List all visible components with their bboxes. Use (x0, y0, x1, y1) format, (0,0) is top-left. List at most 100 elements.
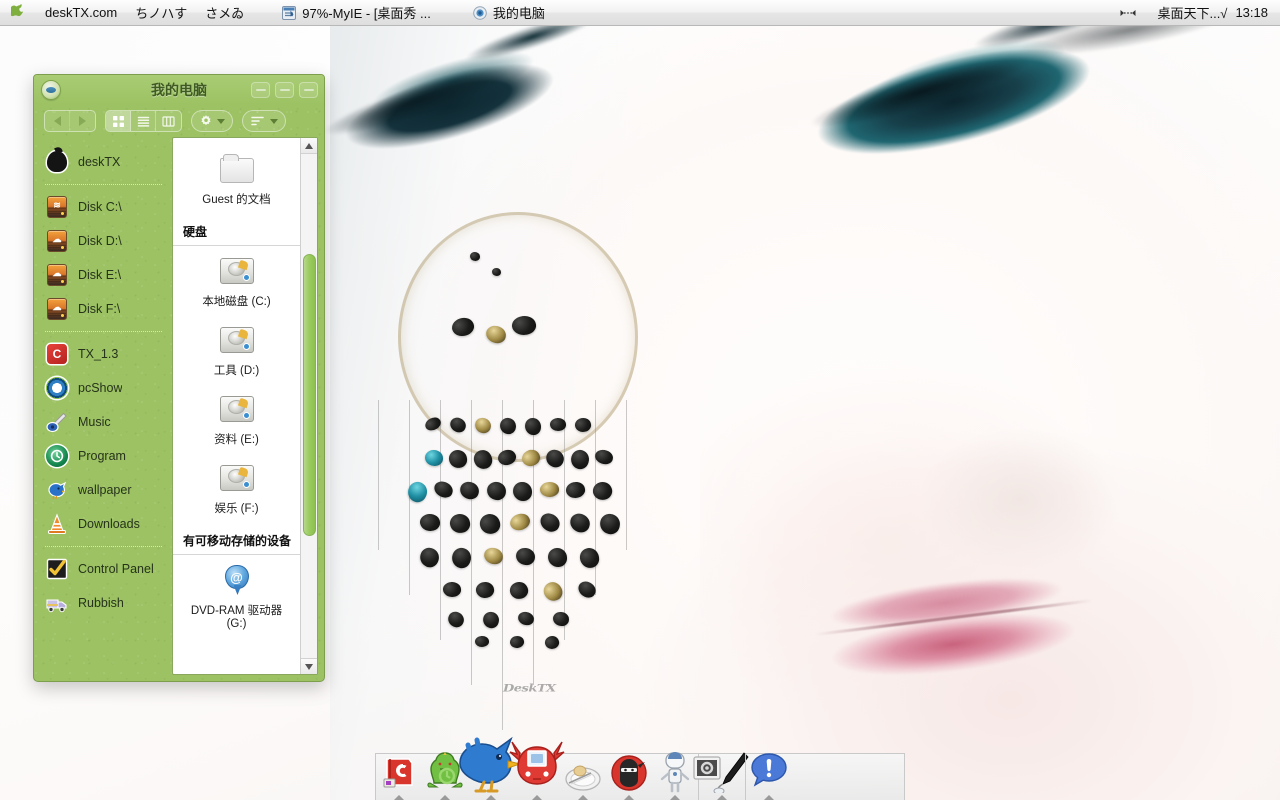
dock-running-indicator-icon (440, 795, 450, 800)
scrollbar-thumb[interactable] (303, 254, 316, 536)
file-list[interactable]: Guest 的文档硬盘本地磁盘 (C:) 工具 (D:) 资料 (E:) 娱乐 (F:… (173, 138, 300, 674)
sidebar-item-desktx[interactable]: deskTX (34, 145, 172, 179)
file-item-label: Guest 的文档 (202, 194, 271, 206)
scroll-up-arrow-icon[interactable] (301, 138, 317, 154)
file-item[interactable]: 本地磁盘 (C:) (173, 248, 300, 317)
hard-disk-icon (217, 461, 257, 499)
file-item[interactable]: 资料 (E:) (173, 386, 300, 455)
file-item-label: 工具 (D:) (213, 365, 260, 377)
dock-running-indicator-icon (624, 795, 634, 800)
sidebar-item-label: Downloads (78, 517, 140, 531)
plate-bread-icon (563, 757, 603, 798)
menubar-status-label[interactable]: 桌面天下...√ (1157, 3, 1227, 22)
sidebar-item-label: Rubbish (78, 596, 124, 610)
window-title-bar[interactable]: 我的电脑 (34, 75, 324, 105)
dock-item-red-book[interactable] (376, 754, 422, 800)
sidebar-item-music[interactable]: Music (34, 405, 172, 439)
disk-drive-icon: ☁ (45, 263, 69, 287)
dock-item-alert[interactable] (746, 753, 792, 800)
sidebar-item-label: Music (78, 415, 111, 429)
apple-logo-icon[interactable] (0, 4, 36, 21)
window-sidebar: deskTX ≋ Disk C:\ ☁ Disk D:\ ☁ Disk E:\ ☁ Disk F… (34, 137, 172, 675)
menubar-item-desktx[interactable]: deskTX.com (36, 0, 126, 25)
view-columns-button[interactable] (156, 111, 181, 131)
dock-running-indicator-icon (578, 795, 588, 800)
my-computer-window[interactable]: 我的电脑 deskTX ≋ Disk C:\ ☁ Disk D:\ ☁ Disk… (33, 74, 325, 682)
sidebar-item-rubbish[interactable]: Rubbish (34, 586, 172, 620)
eye-badge-icon[interactable] (41, 80, 61, 100)
disk-drive-icon: ☁ (45, 229, 69, 253)
back-button[interactable] (45, 111, 70, 131)
sidebar-item-disk-f[interactable]: ☁ Disk F:\ (34, 292, 172, 326)
sidebar-item-disk-c[interactable]: ≋ Disk C:\ (34, 190, 172, 224)
file-group-header: 硬盘 (173, 215, 300, 246)
eye-icon (45, 376, 69, 400)
menubar-clock[interactable]: 13:18 (1227, 5, 1268, 20)
navigation-buttons-group (44, 110, 96, 132)
sidebar-item-program[interactable]: Program (34, 439, 172, 473)
menubar-item-label: さメゐ (205, 6, 245, 21)
application-dock (375, 736, 905, 800)
sidebar-separator (45, 331, 162, 332)
sidebar-item-pcshow[interactable]: pcShow (34, 371, 172, 405)
sidebar-item-label: Disk E:\ (78, 268, 122, 282)
ninja-icon (609, 753, 649, 798)
sidebar-item-disk-e[interactable]: ☁ Disk E:\ (34, 258, 172, 292)
sidebar-item-label: Control Panel (78, 562, 154, 576)
dock-item-settings-pen[interactable] (693, 752, 749, 800)
file-item-label: 本地磁盘 (C:) (202, 296, 271, 308)
sidebar-separator (45, 184, 162, 185)
sidebar-item-label: TX_1.3 (78, 347, 119, 361)
sidebar-item-disk-d[interactable]: ☁ Disk D:\ (34, 224, 172, 258)
expand-arrows-icon[interactable] (1119, 7, 1137, 19)
scroll-down-arrow-icon[interactable] (301, 658, 317, 674)
taskbar-item-label: 我的电脑 (492, 6, 545, 21)
file-item[interactable]: 娱乐 (F:) (173, 455, 300, 524)
dock-item-plate[interactable] (560, 754, 606, 800)
sidebar-item-downloads[interactable]: Downloads (34, 507, 172, 541)
taskbar-item-label: 97%-MyIE - [桌面秀 ... (302, 6, 431, 21)
disk-drive-icon: ≋ (45, 195, 69, 219)
sidebar-item-wallpaper[interactable]: wallpaper (34, 473, 172, 507)
dvd-ram-icon: @ (217, 563, 257, 601)
close-button[interactable] (299, 82, 318, 98)
hard-disk-icon (217, 392, 257, 430)
dock-running-indicator-icon (764, 795, 774, 800)
sidebar-item-label: wallpaper (78, 483, 132, 497)
dock-item-red-monster[interactable] (509, 741, 565, 800)
file-item[interactable]: @ DVD-RAM 驱动器 (G:) (173, 557, 300, 639)
sidebar-separator (45, 546, 162, 547)
sidebar-item-tx-1-3[interactable]: C TX_1.3 (34, 337, 172, 371)
file-item[interactable]: 工具 (D:) (173, 317, 300, 386)
file-item[interactable]: Guest 的文档 (173, 146, 300, 215)
action-menu-button[interactable] (191, 110, 233, 132)
robot-icon (656, 749, 694, 798)
sidebar-item-control-panel[interactable]: Control Panel (34, 552, 172, 586)
sidebar-item-label: Disk F:\ (78, 302, 121, 316)
traffic-cone-icon (45, 512, 69, 536)
minimize-button[interactable] (251, 82, 270, 98)
sidebar-item-label: deskTX (78, 155, 121, 169)
taskbar-item-myie[interactable]: 97%-MyIE - [桌面秀 ... (269, 0, 444, 25)
dock-section (693, 752, 749, 800)
vertical-scrollbar[interactable] (300, 138, 317, 674)
menubar-item-2[interactable]: ちノハす (126, 0, 196, 25)
hard-disk-icon (217, 254, 257, 292)
view-list-button[interactable] (131, 111, 156, 131)
menubar-left-group: deskTX.com ちノハす さメゐ 97%-MyIE - [桌面秀 ... (0, 0, 558, 25)
dock-item-ninja[interactable] (606, 754, 652, 800)
settings-pen-icon (692, 751, 752, 798)
taskbar-item-my-computer[interactable]: 我的电脑 (460, 0, 558, 25)
chevron-down-icon (270, 118, 278, 124)
guitar-icon (45, 410, 69, 434)
maximize-button[interactable] (275, 82, 294, 98)
menubar-item-3[interactable]: さメゐ (196, 0, 253, 25)
blue-bird-icon (45, 478, 69, 502)
dock-running-indicator-icon (670, 795, 680, 800)
arrange-menu-button[interactable] (242, 110, 286, 132)
dock-section (376, 736, 698, 800)
window-body: deskTX ≋ Disk C:\ ☁ Disk D:\ ☁ Disk E:\ ☁ Disk F… (34, 137, 324, 681)
view-icons-button[interactable] (106, 111, 131, 131)
forward-button[interactable] (70, 111, 95, 131)
red-monster-icon (506, 737, 568, 798)
